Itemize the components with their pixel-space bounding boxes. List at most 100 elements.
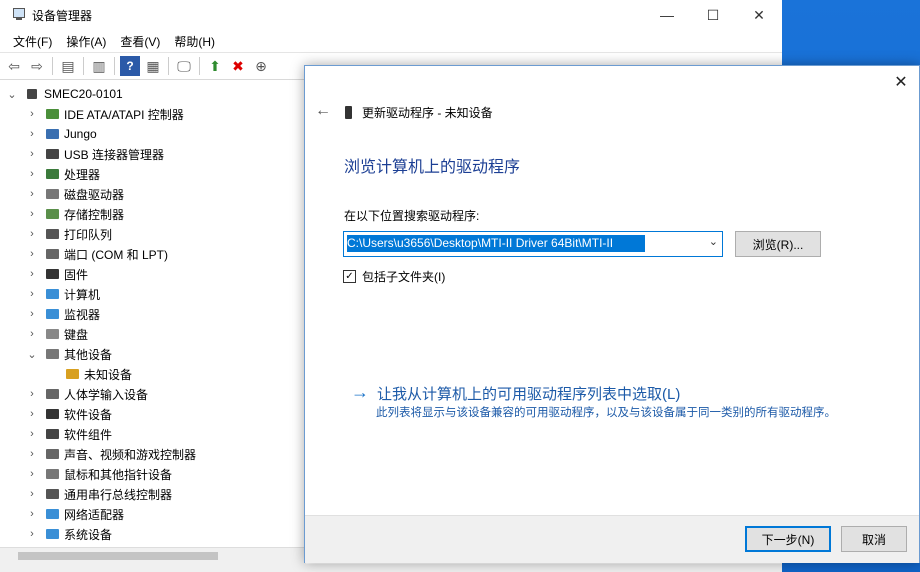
menu-file[interactable]: 文件(F) — [6, 33, 59, 50]
browse-button[interactable]: 浏览(R)... — [735, 231, 821, 257]
computer-root-icon — [24, 87, 40, 101]
chevron-right-icon[interactable]: › — [26, 148, 38, 160]
warning-device-icon — [64, 367, 80, 381]
chevron-right-icon[interactable]: › — [26, 128, 38, 140]
device-category-icon — [44, 107, 60, 121]
tree-root[interactable]: ⌄ SMEC20-0101 — [0, 84, 306, 104]
chevron-right-icon[interactable]: › — [26, 468, 38, 480]
driver-path-input[interactable] — [345, 233, 697, 253]
tree-item[interactable]: › 端口 (COM 和 LPT) — [0, 244, 306, 264]
menu-action[interactable]: 操作(A) — [59, 33, 113, 50]
tree-item[interactable]: › 声音、视频和游戏控制器 — [0, 444, 306, 464]
chevron-right-icon[interactable]: › — [26, 328, 38, 340]
update-driver-icon[interactable]: ⬆ — [205, 56, 225, 76]
tree-item[interactable]: › 鼠标和其他指针设备 — [0, 464, 306, 484]
back-arrow-icon[interactable]: ← — [315, 102, 331, 120]
tree-item[interactable]: › 系统设备 — [0, 524, 306, 544]
device-category-icon — [44, 507, 60, 521]
forward-arrow-icon[interactable]: ⇨ — [27, 56, 47, 76]
chevron-right-icon[interactable]: › — [26, 508, 38, 520]
tree-item[interactable]: › IDE ATA/ATAPI 控制器 — [0, 104, 306, 124]
tree-item[interactable]: › 处理器 — [0, 164, 306, 184]
chevron-right-icon[interactable]: › — [26, 248, 38, 260]
include-subfolders-checkbox[interactable]: ✓ — [343, 270, 356, 283]
tree-item[interactable]: › 固件 — [0, 264, 306, 284]
tree-item[interactable]: › 计算机 — [0, 284, 306, 304]
device-category-icon — [44, 227, 60, 241]
tree-item-label: 软件组件 — [64, 427, 113, 442]
dialog-close-icon[interactable]: ✕ — [891, 72, 911, 92]
chevron-right-icon[interactable]: › — [26, 488, 38, 500]
properties-panel-icon[interactable]: ▤ — [58, 56, 78, 76]
tree-item-label: 系统设备 — [64, 527, 113, 542]
chevron-down-icon[interactable]: ⌄ — [26, 348, 38, 361]
device-category-icon — [44, 267, 60, 281]
chevron-right-icon[interactable]: › — [26, 168, 38, 180]
tree-item[interactable]: › 监视器 — [0, 304, 306, 324]
scan-download-icon[interactable]: ⊕ — [251, 56, 271, 76]
chevron-down-icon[interactable]: ⌄ — [6, 88, 18, 101]
tree-item-label: 键盘 — [64, 327, 89, 342]
tree-item[interactable]: › 磁盘驱动器 — [0, 184, 306, 204]
device-category-icon — [44, 307, 60, 321]
next-button[interactable]: 下一步(N) — [745, 526, 831, 552]
tree-item-label: Jungo — [64, 127, 97, 141]
close-button[interactable]: ✕ — [736, 0, 782, 30]
tree-item[interactable]: › 键盘 — [0, 324, 306, 344]
tree-item[interactable]: › USB 连接器管理器 — [0, 144, 306, 164]
tree-item-label: 人体学输入设备 — [64, 387, 149, 402]
chevron-right-icon[interactable]: › — [26, 188, 38, 200]
minimize-button[interactable]: — — [644, 0, 690, 30]
driver-path-combobox[interactable]: ⌄ — [343, 231, 723, 257]
chevron-down-icon[interactable]: ⌄ — [709, 235, 718, 248]
chevron-right-icon[interactable]: › — [26, 208, 38, 220]
document-icon[interactable]: ▥ — [89, 56, 109, 76]
chevron-right-icon[interactable]: › — [26, 388, 38, 400]
search-location-label: 在以下位置搜索驱动程序: — [344, 209, 480, 223]
chevron-right-icon[interactable]: › — [26, 408, 38, 420]
tree-item[interactable]: › 人体学输入设备 — [0, 384, 306, 404]
tree-item-label: 鼠标和其他指针设备 — [64, 467, 173, 482]
tree-item[interactable]: › 软件组件 — [0, 424, 306, 444]
include-subfolders-row[interactable]: ✓ 包括子文件夹(I) — [343, 268, 445, 285]
tree-child-item[interactable]: 未知设备 — [0, 364, 306, 384]
device-manager-icon — [12, 8, 26, 22]
tree-item[interactable]: › 存储控制器 — [0, 204, 306, 224]
device-category-icon — [44, 427, 60, 441]
list-view-icon[interactable]: ▦ — [143, 56, 163, 76]
tree-item[interactable]: › 软件设备 — [0, 404, 306, 424]
chevron-right-icon[interactable]: › — [26, 108, 38, 120]
chevron-right-icon[interactable]: › — [26, 288, 38, 300]
tree-item[interactable]: › 网络适配器 — [0, 504, 306, 524]
chevron-right-icon[interactable]: › — [26, 448, 38, 460]
cancel-button[interactable]: 取消 — [841, 526, 907, 552]
monitor-icon[interactable]: 🖵 — [174, 56, 194, 76]
tree-item-label: 计算机 — [64, 287, 101, 302]
dialog-breadcrumb-text: 更新驱动程序 - 未知设备 — [362, 106, 493, 120]
chevron-right-icon[interactable]: › — [26, 428, 38, 440]
tree-item[interactable]: › 打印队列 — [0, 224, 306, 244]
scrollbar-thumb[interactable] — [18, 552, 218, 560]
tree-item[interactable]: › 通用串行总线控制器 — [0, 484, 306, 504]
horizontal-scrollbar[interactable] — [0, 547, 306, 565]
chevron-right-icon[interactable]: › — [26, 308, 38, 320]
back-arrow-icon[interactable]: ⇦ — [4, 56, 24, 76]
tree-item[interactable]: ⌄ 其他设备 — [0, 344, 306, 364]
tree-item[interactable]: › Jungo — [0, 124, 306, 144]
device-category-icon — [44, 527, 60, 541]
menu-help[interactable]: 帮助(H) — [167, 33, 222, 50]
maximize-button[interactable]: ☐ — [690, 0, 736, 30]
tree-item-label: 磁盘驱动器 — [64, 187, 125, 202]
device-category-icon — [44, 127, 60, 141]
pick-driver-link[interactable]: → 让我从计算机上的可用驱动程序列表中选取(L) — [351, 383, 680, 404]
help-icon[interactable]: ? — [120, 56, 140, 76]
dialog-footer: 下一步(N) 取消 — [305, 515, 919, 563]
status-bar — [0, 564, 782, 572]
chevron-right-icon[interactable]: › — [26, 528, 38, 540]
uninstall-icon[interactable]: ✖ — [228, 56, 248, 76]
menu-view[interactable]: 查看(V) — [113, 33, 167, 50]
chevron-right-icon[interactable]: › — [26, 268, 38, 280]
pick-driver-link-text[interactable]: 让我从计算机上的可用驱动程序列表中选取(L) — [377, 383, 680, 404]
chevron-right-icon[interactable]: › — [26, 228, 38, 240]
tree-item-label: 处理器 — [64, 167, 101, 182]
